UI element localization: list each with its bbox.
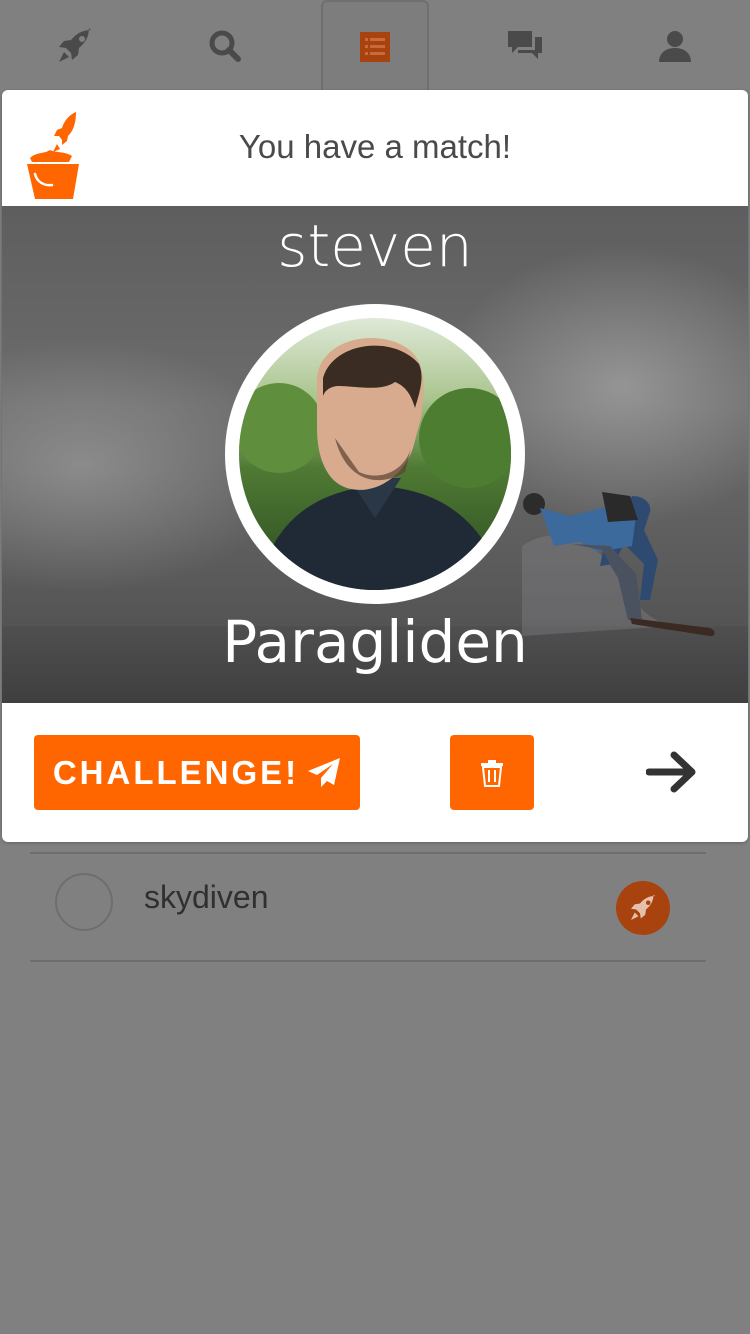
list-divider bbox=[30, 960, 706, 962]
modal-header: You have a match! bbox=[2, 90, 748, 207]
tab-list[interactable] bbox=[321, 0, 429, 92]
list-item-name: skydiven bbox=[144, 879, 269, 915]
arrow-right-icon bbox=[646, 751, 696, 793]
next-button[interactable] bbox=[642, 747, 702, 797]
search-icon bbox=[209, 30, 241, 62]
match-activity: Paragliden bbox=[222, 608, 528, 676]
tab-bar bbox=[0, 0, 750, 92]
match-name: steven bbox=[277, 212, 473, 280]
avatar-photo bbox=[239, 318, 511, 590]
trash-icon bbox=[481, 759, 503, 787]
delete-button[interactable] bbox=[450, 735, 534, 810]
rocket-icon bbox=[59, 28, 91, 62]
tab-chat[interactable] bbox=[471, 0, 579, 92]
user-icon bbox=[659, 31, 691, 62]
chat-icon bbox=[508, 31, 542, 59]
challenge-button-label: CHALLENGE! bbox=[52, 753, 300, 791]
person-portrait bbox=[239, 338, 511, 590]
tab-profile[interactable] bbox=[621, 0, 729, 92]
match-modal: You have a match! steven Paragliden CHAL… bbox=[2, 90, 748, 842]
list-icon bbox=[360, 32, 390, 62]
match-hero: steven Paragliden bbox=[2, 206, 748, 703]
tab-search[interactable] bbox=[171, 0, 279, 92]
tab-rocket[interactable] bbox=[21, 0, 129, 92]
list-item[interactable]: skydiven bbox=[0, 855, 750, 960]
match-avatar bbox=[225, 304, 525, 604]
list-divider bbox=[30, 852, 706, 854]
rocket-icon bbox=[631, 894, 655, 920]
modal-footer: CHALLENGE! bbox=[2, 703, 748, 842]
challenge-button[interactable]: CHALLENGE! bbox=[34, 735, 360, 810]
avatar bbox=[55, 873, 113, 931]
rocket-badge[interactable] bbox=[616, 881, 670, 935]
modal-title: You have a match! bbox=[238, 128, 512, 165]
paper-plane-icon bbox=[308, 757, 341, 787]
